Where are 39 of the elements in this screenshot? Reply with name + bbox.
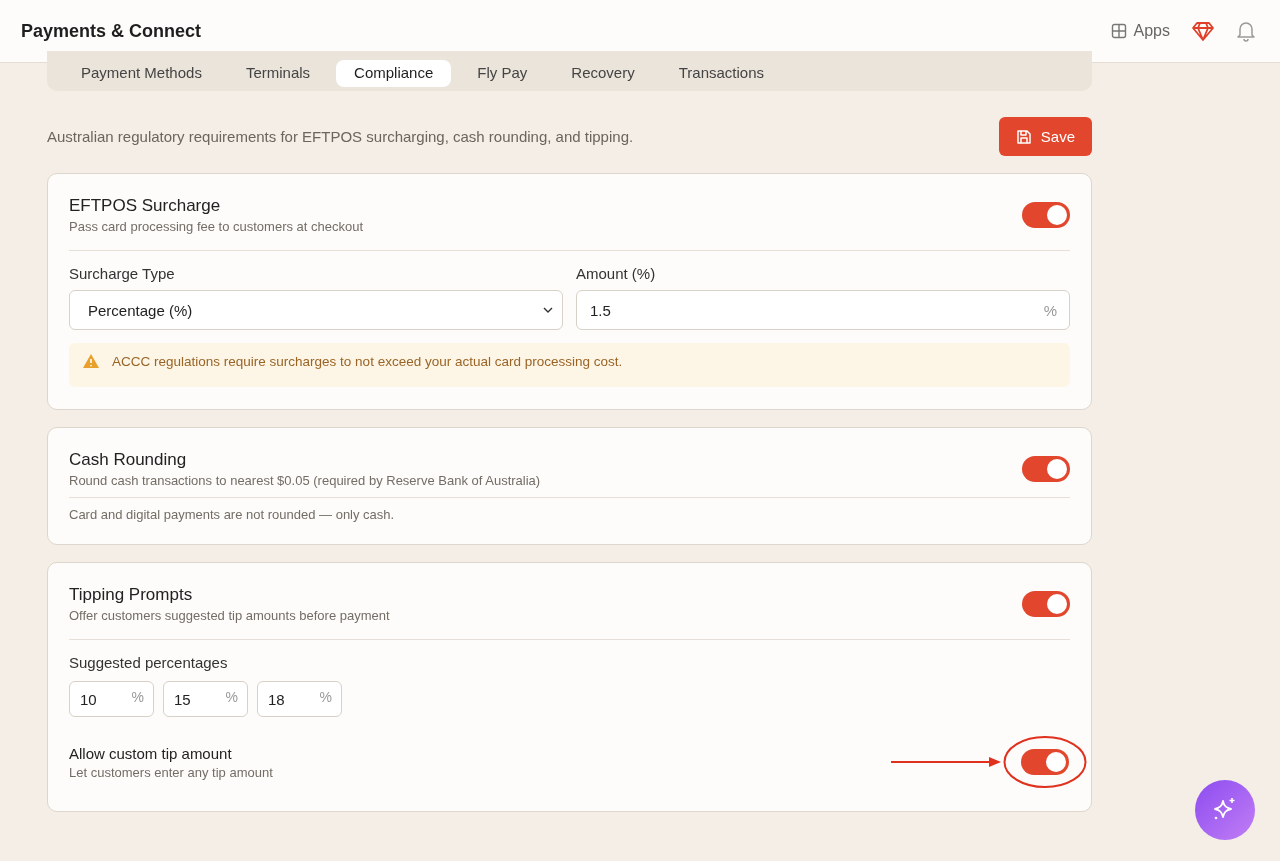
toggle-switch[interactable] [1022,456,1070,482]
tab[interactable]: Compliance [336,60,452,87]
tab[interactable]: Terminals [227,60,329,87]
toggle-switch[interactable] [1022,591,1070,617]
option-title: Allow custom tip amount [69,744,233,762]
tab[interactable]: Transactions [660,60,782,87]
assistant-button[interactable] [1195,780,1255,840]
save-button[interactable]: Save [998,117,1092,156]
warning-text: ACCC regulations require surcharges to not exceed your actual card processing cost. [112,353,623,369]
tab[interactable]: Recovery [553,60,653,87]
select-field[interactable]: Percentage (%) [69,290,563,330]
note-text: Card and digital payments are not rounded — only cash. [69,507,396,522]
section-subtitle: Pass card processing fee to customers at checkout [69,219,364,234]
tab[interactable]: Payment Methods [63,60,220,87]
option-subtitle: Let customers enter any tip amount [69,764,273,780]
page-title: Payments & Connect [21,20,202,42]
tip-input-field[interactable]: 10 % [69,681,154,717]
tip-input-field[interactable]: 18 % [257,681,342,717]
tab[interactable]: Fly Pay [459,60,546,87]
apps-button[interactable]: Apps [1110,22,1170,40]
diamond-icon[interactable] [1192,21,1214,41]
tip-input-field[interactable]: 15 % [163,681,248,717]
field-label: Suggested percentages [69,654,229,671]
toggle-switch[interactable] [1021,749,1069,775]
field-label: Amount (%) [576,265,657,282]
section-title: Tipping Prompts [69,585,194,605]
page-description: Australian regulatory requirements for EFTPOS surcharging, cash rounding, and tipping. [47,128,634,145]
bell-icon[interactable] [1236,20,1256,42]
section-subtitle: Round cash transactions to nearest $0.05 (required by Reserve Bank of Australia) [69,473,541,488]
section-subtitle: Offer customers suggested tip amounts before payment [69,608,390,623]
toggle-switch[interactable] [1022,202,1070,228]
grid-icon [1110,23,1127,39]
input-field[interactable]: 1.5 % [576,290,1070,330]
section-title: EFTPOS Surcharge [69,196,222,216]
warning-icon [82,353,100,369]
section-title: Cash Rounding [69,450,188,470]
chevron-down-icon [542,306,554,314]
field-label: Surcharge Type [69,265,176,282]
save-icon [1015,128,1032,145]
